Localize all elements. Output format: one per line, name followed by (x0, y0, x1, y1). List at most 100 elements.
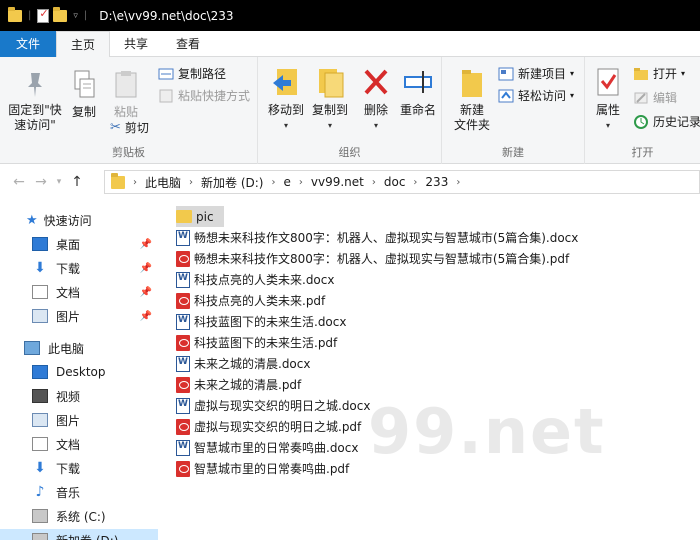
open-button[interactable]: 打开 ▾ (633, 65, 685, 82)
sidebar-item-downloads[interactable]: ⬇ 下载 📌 (0, 257, 158, 279)
word-file-icon (176, 229, 190, 246)
file-item[interactable]: 畅想未来科技作文800字：机器人、虚拟现实与智慧城市(5篇合集).docx (176, 227, 578, 248)
pdf-file-icon (176, 460, 190, 477)
sidebar-item-label: 图片 (56, 309, 81, 324)
history-button[interactable]: 历史记录 (633, 113, 700, 130)
copy-button[interactable]: 复制 (68, 69, 100, 120)
crumb-chevron-icon[interactable]: › (372, 177, 376, 188)
file-item[interactable]: 智慧城市里的日常奏鸣曲.pdf (176, 458, 349, 479)
sidebar-item-label: Desktop (56, 365, 106, 379)
new-item-button[interactable]: 新建项目 ▾ (498, 65, 574, 82)
document-icon (32, 285, 48, 299)
properties-icon (597, 68, 619, 96)
folder-icon (8, 6, 22, 22)
sidebar-item-pc-downloads[interactable]: ⬇ 下载 (0, 457, 158, 479)
properties-label: 属性 (595, 103, 620, 117)
word-file-icon (176, 313, 190, 330)
breadcrumb-this-pc[interactable]: 此电脑 (145, 174, 181, 191)
easy-access-button[interactable]: 轻松访问 ▾ (498, 87, 574, 104)
properties-button[interactable]: 属性 ▾ (591, 65, 625, 133)
file-item[interactable]: 科技点亮的人类未来.pdf (176, 290, 325, 311)
folder-icon (176, 210, 192, 223)
sidebar-item-desktop[interactable]: 桌面 📌 (0, 233, 158, 255)
file-item[interactable]: 科技点亮的人类未来.docx (176, 269, 334, 290)
pin-quick-access-button[interactable]: 固定到"快 速访问" (4, 69, 66, 133)
tab-home[interactable]: 主页 (56, 31, 111, 58)
sidebar-item-pictures[interactable]: 图片 📌 (0, 305, 158, 327)
file-item[interactable]: 科技蓝图下的未来生活.pdf (176, 332, 337, 353)
file-item[interactable]: 虚拟与现实交织的明日之城.docx (176, 395, 370, 416)
copy-path-icon (158, 68, 174, 79)
up-arrow-icon[interactable]: ↑ (66, 174, 88, 190)
history-label: 历史记录 (653, 115, 700, 129)
scissors-icon: ✂ (110, 120, 121, 135)
properties-quick-icon[interactable] (37, 7, 50, 23)
properties-caret-icon: ▾ (605, 121, 610, 130)
pin-icon: 📌 (139, 238, 152, 250)
crumb-chevron-icon[interactable]: › (456, 177, 460, 188)
delete-label: 删除 (363, 103, 388, 117)
move-to-button[interactable]: 移动到 ▾ (264, 65, 308, 133)
copy-path-button[interactable]: 复制路径 (158, 65, 226, 82)
open-icon (634, 67, 648, 80)
tab-view[interactable]: 查看 (162, 31, 214, 57)
sidebar-item-pc-desktop[interactable]: Desktop (0, 361, 158, 383)
new-folder-button[interactable]: 新建 文件夹 (450, 65, 494, 133)
crumb-chevron-icon[interactable]: › (271, 177, 275, 188)
sidebar-item-music[interactable]: ♪ 音乐 (0, 481, 158, 503)
breadcrumb-drive-d[interactable]: 新加卷 (D:) (201, 174, 263, 191)
title-bar: | ▿ | D:\e\vv99.net\doc\233 (0, 0, 700, 31)
file-item[interactable]: 未来之城的清晨.pdf (176, 374, 301, 395)
sidebar-item-pc-documents[interactable]: 文档 (0, 433, 158, 455)
pdf-file-icon (176, 418, 190, 435)
paste-button[interactable]: 粘贴 (108, 69, 144, 120)
sidebar-item-this-pc[interactable]: 此电脑 (0, 337, 158, 359)
sidebar-item-documents[interactable]: 文档 📌 (0, 281, 158, 303)
back-arrow-icon[interactable]: ← (8, 174, 30, 190)
crumb-chevron-icon[interactable]: › (189, 177, 193, 188)
breadcrumb-233[interactable]: 233 (425, 175, 448, 189)
breadcrumb-vv99[interactable]: vv99.net (311, 175, 364, 189)
tab-file[interactable]: 文件 (0, 31, 57, 57)
breadcrumb-doc[interactable]: doc (384, 175, 406, 189)
crumb-chevron-icon[interactable]: › (413, 177, 417, 188)
file-name: 畅想未来科技作文800字：机器人、虚拟现实与智慧城市(5篇合集).pdf (194, 252, 570, 266)
recent-chevron-icon[interactable]: ▾ (52, 177, 66, 187)
tab-share[interactable]: 共享 (110, 31, 162, 57)
easy-access-label: 轻松访问 (518, 89, 567, 103)
file-item[interactable]: 科技蓝图下的未来生活.docx (176, 311, 346, 332)
sidebar-item-drive-c[interactable]: 系统 (C:) (0, 505, 158, 527)
pdf-file-icon (176, 376, 190, 393)
edit-icon (634, 92, 648, 103)
sidebar-item-videos[interactable]: 视频 (0, 385, 158, 407)
copy-to-label: 复制到 (311, 103, 348, 117)
address-bar[interactable]: › 此电脑 › 新加卷 (D:) › e › vv99.net › doc › … (104, 170, 700, 194)
paste-shortcut-button[interactable]: 粘贴快捷方式 (158, 87, 250, 104)
breadcrumb-e[interactable]: e (283, 175, 290, 189)
history-icon (634, 114, 648, 129)
new-folder-label: 新建 文件夹 (453, 103, 490, 132)
file-item[interactable]: 智慧城市里的日常奏鸣曲.docx (176, 437, 358, 458)
crumb-chevron-icon[interactable]: › (299, 177, 303, 188)
forward-arrow-icon[interactable]: → (30, 174, 52, 190)
file-item[interactable]: 未来之城的清晨.docx (176, 353, 310, 374)
sidebar-item-pc-pictures[interactable]: 图片 (0, 409, 158, 431)
folder-item[interactable]: pic (176, 206, 224, 227)
file-name: 未来之城的清晨.docx (194, 357, 311, 371)
new-folder-quick-icon[interactable] (53, 6, 68, 22)
file-item[interactable]: 畅想未来科技作文800字：机器人、虚拟现实与智慧城市(5篇合集).pdf (176, 248, 569, 269)
video-icon (32, 389, 48, 403)
file-item[interactable]: 虚拟与现实交织的明日之城.pdf (176, 416, 361, 437)
crumb-chevron-icon[interactable]: › (133, 177, 137, 188)
sidebar-item-label: 视频 (56, 389, 81, 404)
edit-button[interactable]: 编辑 (633, 89, 677, 106)
delete-button[interactable]: 删除 ▾ (358, 65, 394, 133)
edit-label: 编辑 (653, 91, 678, 105)
rename-button[interactable]: 重命名 (396, 65, 440, 118)
sidebar-item-quick-access[interactable]: ★ 快速访问 (0, 209, 158, 231)
copy-to-button[interactable]: 复制到 ▾ (308, 65, 352, 133)
word-file-icon (176, 439, 190, 456)
customize-toolbar-icon[interactable]: ▿ (73, 11, 78, 21)
sidebar-item-drive-d[interactable]: 新加卷 (D:) (0, 529, 158, 540)
cut-button[interactable]: ✂ 剪切 (110, 119, 149, 136)
